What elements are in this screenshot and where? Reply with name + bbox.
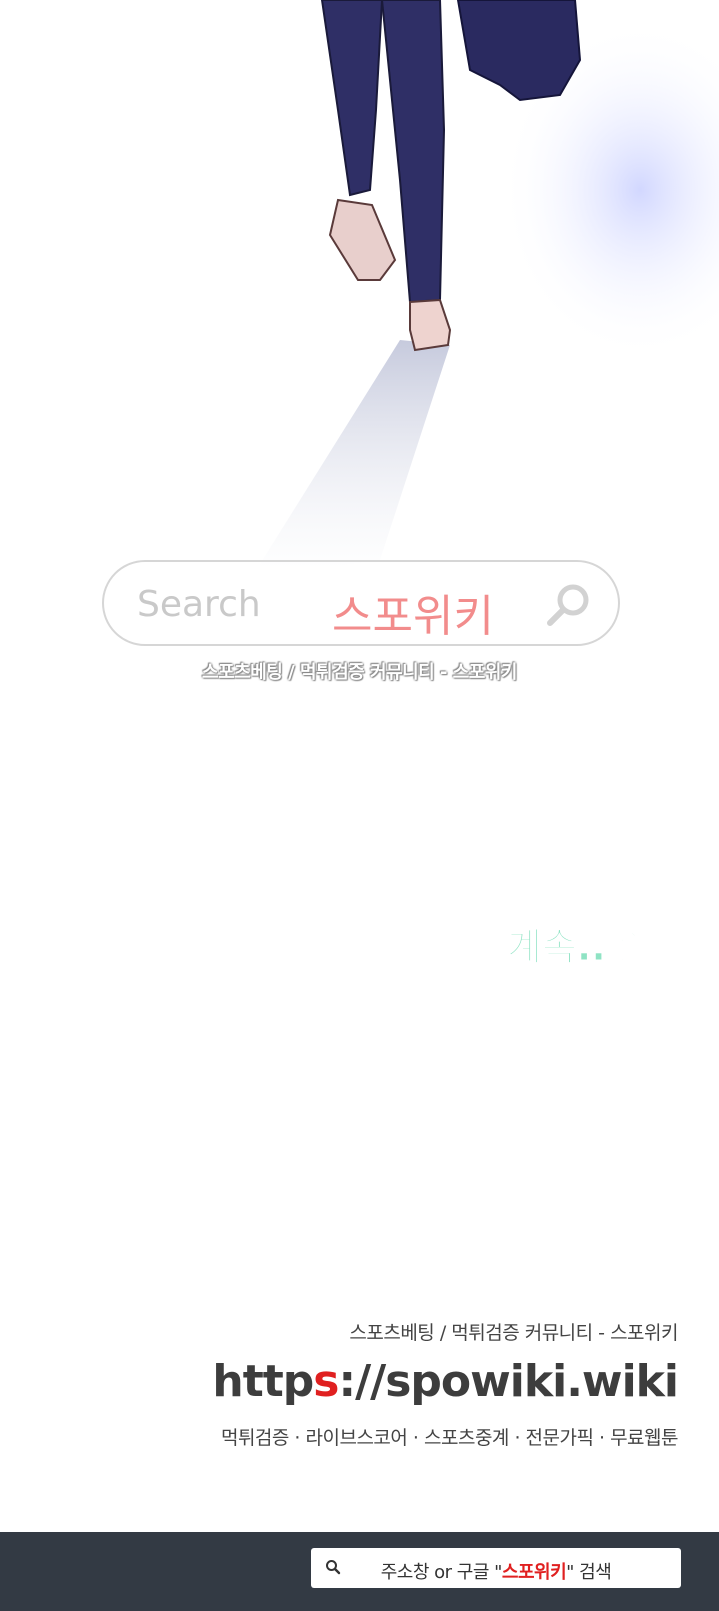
light-beam — [250, 340, 450, 580]
watermark-brand: 스포위키 — [332, 591, 494, 642]
left-shoe — [328, 198, 397, 281]
url-highlight: s — [313, 1356, 339, 1407]
right-shoe — [409, 298, 452, 352]
watermark-search-placeholder: Search — [137, 584, 261, 625]
bottom-bar: 주소창 or 구글 "스포위키" 검색 — [0, 1532, 719, 1611]
search-hint-box[interactable]: 주소창 or 구글 "스포위키" 검색 — [311, 1548, 681, 1588]
left-leg — [320, 0, 384, 197]
search-hint-pre: 주소창 or 구글 " — [380, 1562, 503, 1583]
search-hint-text: 주소창 or 구글 "스포위키" 검색 — [311, 1558, 681, 1584]
search-hint-post: " 검색 — [566, 1562, 612, 1583]
continue-label: 계속..♡ — [507, 925, 640, 969]
jacket — [456, 0, 582, 102]
search-icon — [547, 584, 589, 626]
footer-url[interactable]: https://spowiki.wiki — [212, 1356, 679, 1407]
footer-services: 먹튀검증 · 라이브스코어 · 스포츠중계 · 전문가픽 · 무료웹툰 — [220, 1427, 679, 1449]
watermark-tagline: 스포츠베팅 / 먹튀검증 커뮤니티 - 스포위키 — [202, 662, 517, 683]
watermark-search-box: Search 스포위키 — [102, 560, 620, 646]
search-hint-brand: 스포위키 — [501, 1562, 567, 1583]
url-prefix: http — [212, 1356, 314, 1407]
footer-tagline: 스포츠베팅 / 먹튀검증 커뮤니티 - 스포위키 — [349, 1322, 678, 1344]
continue-text: 계속..♡ — [507, 925, 641, 970]
url-suffix: ://spowiki.wiki — [338, 1356, 679, 1407]
